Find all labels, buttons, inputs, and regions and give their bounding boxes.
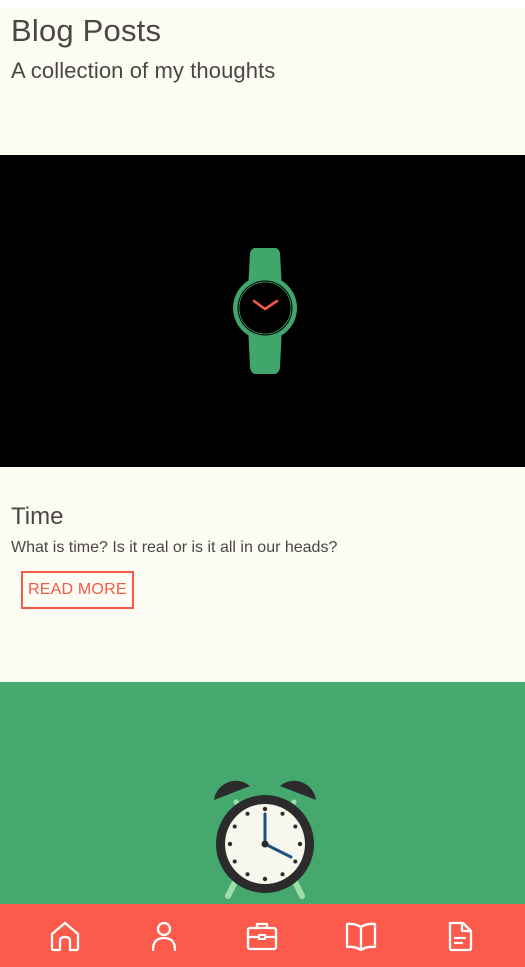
briefcase-icon [247, 922, 278, 950]
user-icon [151, 921, 177, 951]
blog-post-card: Time What is time? Is it real or is it a… [0, 155, 525, 682]
nav-home[interactable] [45, 916, 85, 956]
blog-post-card [0, 682, 525, 904]
home-icon [51, 921, 80, 951]
post-image[interactable] [0, 682, 525, 904]
page: Blog Posts A collection of my thoughts T… [0, 8, 525, 967]
alarm-clock-illustration [214, 780, 316, 899]
bottom-nav [0, 904, 525, 967]
post-body: Time What is time? Is it real or is it a… [0, 467, 525, 682]
book-icon [345, 922, 377, 951]
page-header: Blog Posts A collection of my thoughts [0, 8, 525, 155]
page-subtitle: A collection of my thoughts [11, 58, 276, 84]
document-icon [448, 921, 472, 951]
nav-blog[interactable] [341, 916, 381, 956]
nav-portfolio[interactable] [242, 916, 282, 956]
wristwatch-illustration [233, 248, 297, 374]
nav-profile[interactable] [144, 916, 184, 956]
post-image[interactable] [0, 155, 525, 467]
post-title: Time [11, 503, 64, 530]
post-excerpt: What is time? Is it real or is it all in… [11, 539, 338, 557]
read-more-button[interactable]: READ MORE [21, 571, 134, 610]
page-title: Blog Posts [11, 13, 162, 48]
nav-resume[interactable] [440, 916, 480, 956]
